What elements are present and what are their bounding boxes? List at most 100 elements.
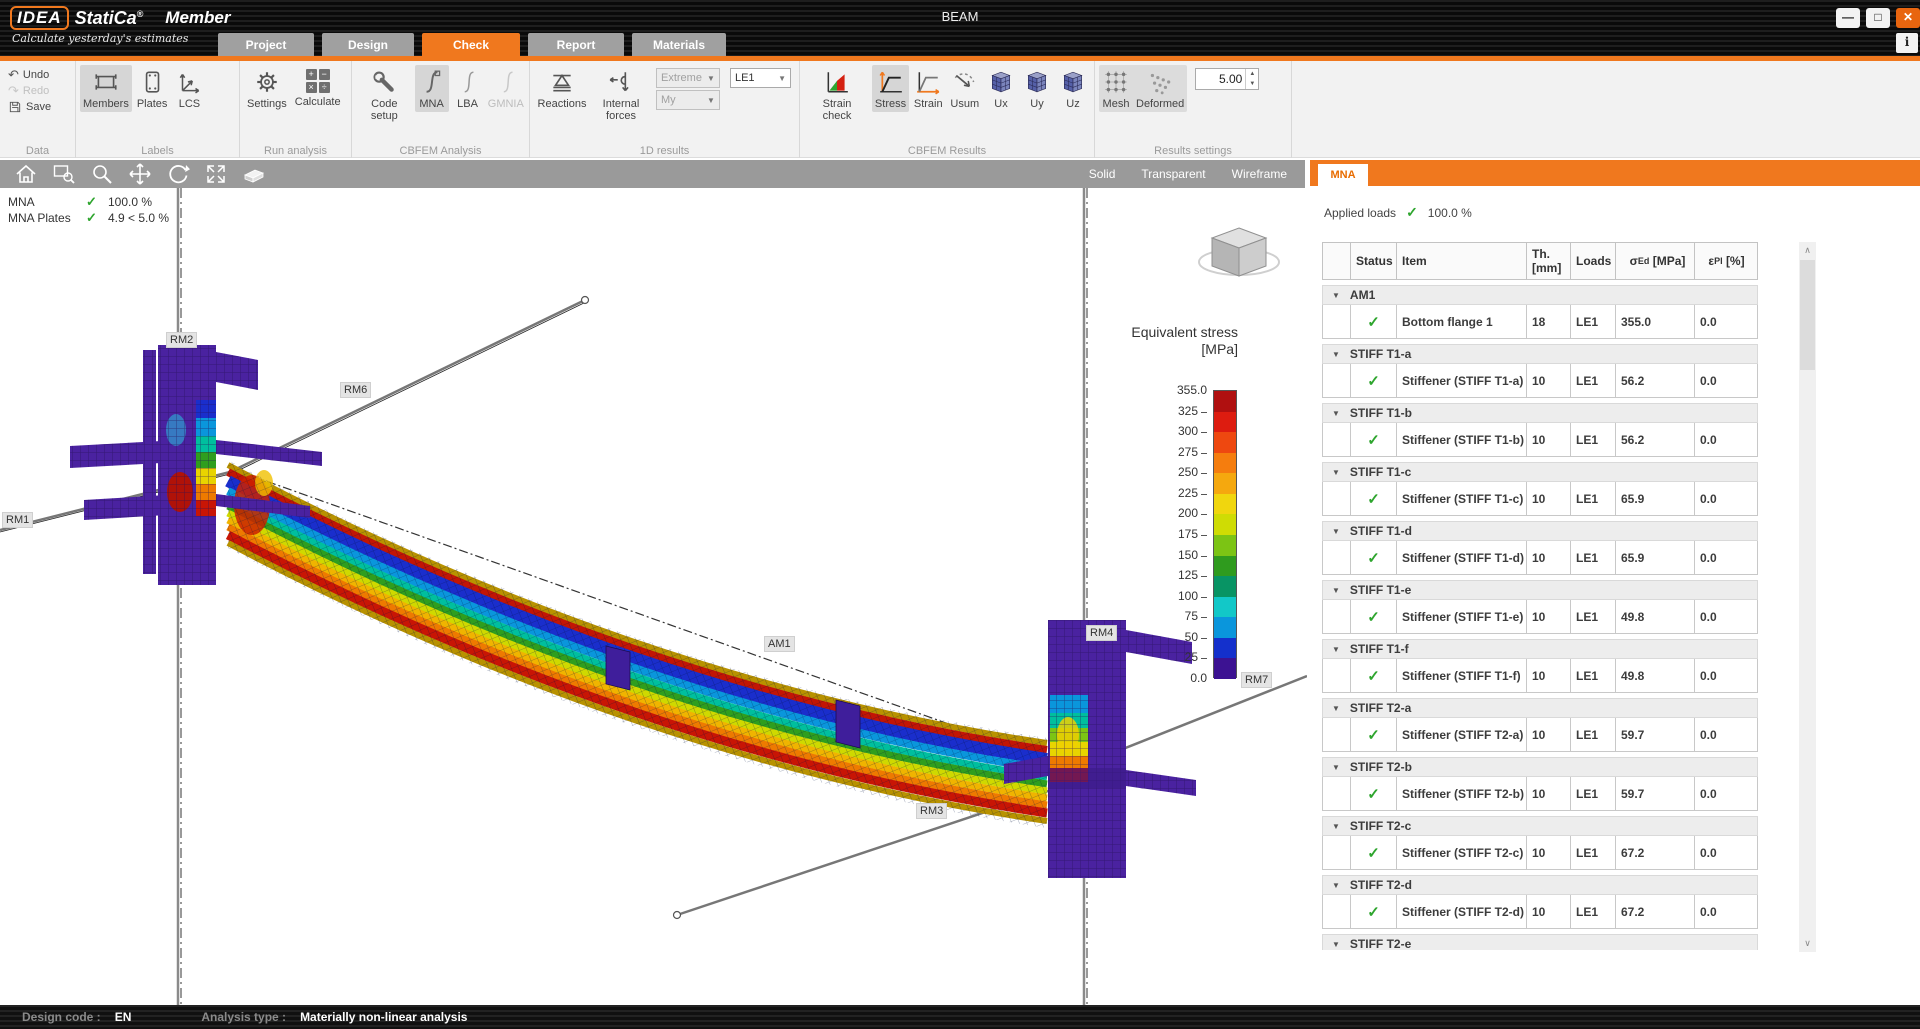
mna-button[interactable]: MNA [415, 65, 449, 112]
pan-icon[interactable] [128, 162, 152, 186]
tab-materials[interactable]: Materials [632, 33, 726, 57]
table-row[interactable]: ✓Stiffener (STIFF T1-e)10LE149.80.0 [1322, 600, 1758, 634]
member-label-rm2[interactable]: RM2 [166, 332, 197, 348]
info-button[interactable]: i [1896, 33, 1918, 53]
zoom-fit-icon[interactable] [204, 162, 228, 186]
extreme-dropdown[interactable]: Extreme▼ [656, 68, 720, 88]
collapse-icon[interactable]: ▼ [1332, 822, 1340, 831]
group-row[interactable]: ▼STIFF T2-d [1322, 875, 1758, 895]
stress-button[interactable]: Stress [872, 65, 909, 112]
home-view-icon[interactable] [14, 162, 38, 186]
save-button[interactable]: Save [8, 100, 51, 114]
collapse-icon[interactable]: ▼ [1332, 350, 1340, 359]
clipping-box-icon[interactable] [242, 162, 266, 186]
member-label-rm6[interactable]: RM6 [340, 382, 371, 398]
plates-button[interactable]: Plates [134, 65, 171, 112]
collapse-icon[interactable]: ▼ [1332, 881, 1340, 890]
gmnia-button[interactable]: GMNIA [487, 65, 525, 112]
tab-design[interactable]: Design [322, 33, 414, 57]
legend-tick-mark [1201, 556, 1207, 557]
group-row[interactable]: ▼STIFF T2-e [1322, 934, 1758, 950]
zoom-window-icon[interactable] [52, 162, 76, 186]
group-row[interactable]: ▼STIFF T1-d [1322, 521, 1758, 541]
strain-chart-icon [915, 69, 941, 95]
stepper-up-icon[interactable]: ▲ [1246, 69, 1258, 79]
scroll-thumb[interactable] [1800, 260, 1815, 370]
mode-solid[interactable]: Solid [1089, 167, 1116, 181]
strain-button[interactable]: Strain [911, 65, 946, 112]
collapse-icon[interactable]: ▼ [1332, 586, 1340, 595]
group-row[interactable]: ▼STIFF T2-a [1322, 698, 1758, 718]
code-setup-button[interactable]: Code setup [356, 65, 413, 124]
member-label-am1[interactable]: AM1 [764, 636, 795, 652]
table-row[interactable]: ✓Stiffener (STIFF T1-f)10LE149.80.0 [1322, 659, 1758, 693]
deformed-scale-stepper[interactable]: 5.00 ▲▼ [1195, 68, 1259, 90]
member-label-rm3[interactable]: RM3 [916, 803, 947, 819]
zoom-icon[interactable] [90, 162, 114, 186]
collapse-icon[interactable]: ▼ [1332, 645, 1340, 654]
my-dropdown[interactable]: My▼ [656, 90, 720, 110]
usum-button[interactable]: Usum [948, 65, 983, 112]
tab-check[interactable]: Check [422, 33, 520, 57]
group-row[interactable]: ▼AM1 [1322, 285, 1758, 305]
table-row[interactable]: ✓Stiffener (STIFF T2-b)10LE159.70.0 [1322, 777, 1758, 811]
member-label-rm7[interactable]: RM7 [1241, 672, 1272, 688]
collapse-icon[interactable]: ▼ [1332, 763, 1340, 772]
collapse-icon[interactable]: ▼ [1332, 940, 1340, 949]
mode-wireframe[interactable]: Wireframe [1232, 167, 1287, 181]
tab-mna-results[interactable]: MNA [1318, 164, 1368, 186]
group-row[interactable]: ▼STIFF T1-f [1322, 639, 1758, 659]
uz-button[interactable]: Uz [1056, 65, 1090, 112]
reactions-button[interactable]: Reactions [534, 65, 590, 112]
close-button[interactable]: ✕ [1896, 8, 1920, 28]
cell-item: Stiffener (STIFF T1-e) [1397, 600, 1527, 633]
table-row[interactable]: ✓Bottom flange 118LE1355.00.0 [1322, 305, 1758, 339]
strain-check-button[interactable]: Strain check [804, 65, 870, 124]
internal-forces-button[interactable]: Internal forces [592, 65, 650, 124]
loadcase-dropdown[interactable]: LE1▼ [730, 68, 791, 88]
lba-button[interactable]: LBA [451, 65, 485, 112]
scroll-down-icon[interactable]: ∨ [1799, 935, 1816, 952]
group-row[interactable]: ▼STIFF T2-c [1322, 816, 1758, 836]
table-row[interactable]: ✓Stiffener (STIFF T1-c)10LE165.90.0 [1322, 482, 1758, 516]
group-row[interactable]: ▼STIFF T2-b [1322, 757, 1758, 777]
calculate-button[interactable]: +− ×÷ Calculate [292, 65, 344, 110]
member-label-rm1[interactable]: RM1 [2, 512, 33, 528]
group-row[interactable]: ▼STIFF T1-a [1322, 344, 1758, 364]
group-row[interactable]: ▼STIFF T1-e [1322, 580, 1758, 600]
table-row[interactable]: ✓Stiffener (STIFF T2-a)10LE159.70.0 [1322, 718, 1758, 752]
rotate-icon[interactable] [166, 162, 190, 186]
deformed-button[interactable]: Deformed [1133, 65, 1187, 112]
table-row[interactable]: ✓Stiffener (STIFF T1-b)10LE156.20.0 [1322, 423, 1758, 457]
tab-project[interactable]: Project [218, 33, 314, 57]
table-row[interactable]: ✓Stiffener (STIFF T1-a)10LE156.20.0 [1322, 364, 1758, 398]
table-row[interactable]: ✓Stiffener (STIFF T2-c)10LE167.20.0 [1322, 836, 1758, 870]
collapse-icon[interactable]: ▼ [1332, 527, 1340, 536]
mode-transparent[interactable]: Transparent [1141, 167, 1205, 181]
table-row[interactable]: ✓Stiffener (STIFF T1-d)10LE165.90.0 [1322, 541, 1758, 575]
member-end-node [582, 297, 589, 304]
lcs-button[interactable]: LCS [172, 65, 206, 112]
table-row[interactable]: ✓Stiffener (STIFF T2-d)10LE167.20.0 [1322, 895, 1758, 929]
stepper-down-icon[interactable]: ▼ [1246, 79, 1258, 89]
minimize-button[interactable]: — [1836, 8, 1860, 28]
group-row[interactable]: ▼STIFF T1-b [1322, 403, 1758, 423]
members-button[interactable]: Members [80, 65, 132, 112]
ux-button[interactable]: Ux [984, 65, 1018, 112]
settings-button[interactable]: Settings [244, 65, 290, 112]
panel-scrollbar[interactable]: ∧ ∨ [1799, 242, 1816, 952]
collapse-icon[interactable]: ▼ [1332, 704, 1340, 713]
redo-button[interactable]: ↷Redo [8, 84, 51, 98]
mesh-button[interactable]: Mesh [1099, 65, 1133, 112]
uy-button[interactable]: Uy [1020, 65, 1054, 112]
maximize-button[interactable]: □ [1866, 8, 1890, 28]
collapse-icon[interactable]: ▼ [1332, 468, 1340, 477]
scroll-up-icon[interactable]: ∧ [1799, 242, 1816, 259]
undo-button[interactable]: ↶Undo [8, 68, 51, 82]
collapse-icon[interactable]: ▼ [1332, 291, 1340, 300]
view-cube[interactable] [1199, 228, 1279, 276]
tab-report[interactable]: Report [528, 33, 624, 57]
collapse-icon[interactable]: ▼ [1332, 409, 1340, 418]
col-sigma-ed: σEd [MPa] [1616, 243, 1695, 279]
group-row[interactable]: ▼STIFF T1-c [1322, 462, 1758, 482]
